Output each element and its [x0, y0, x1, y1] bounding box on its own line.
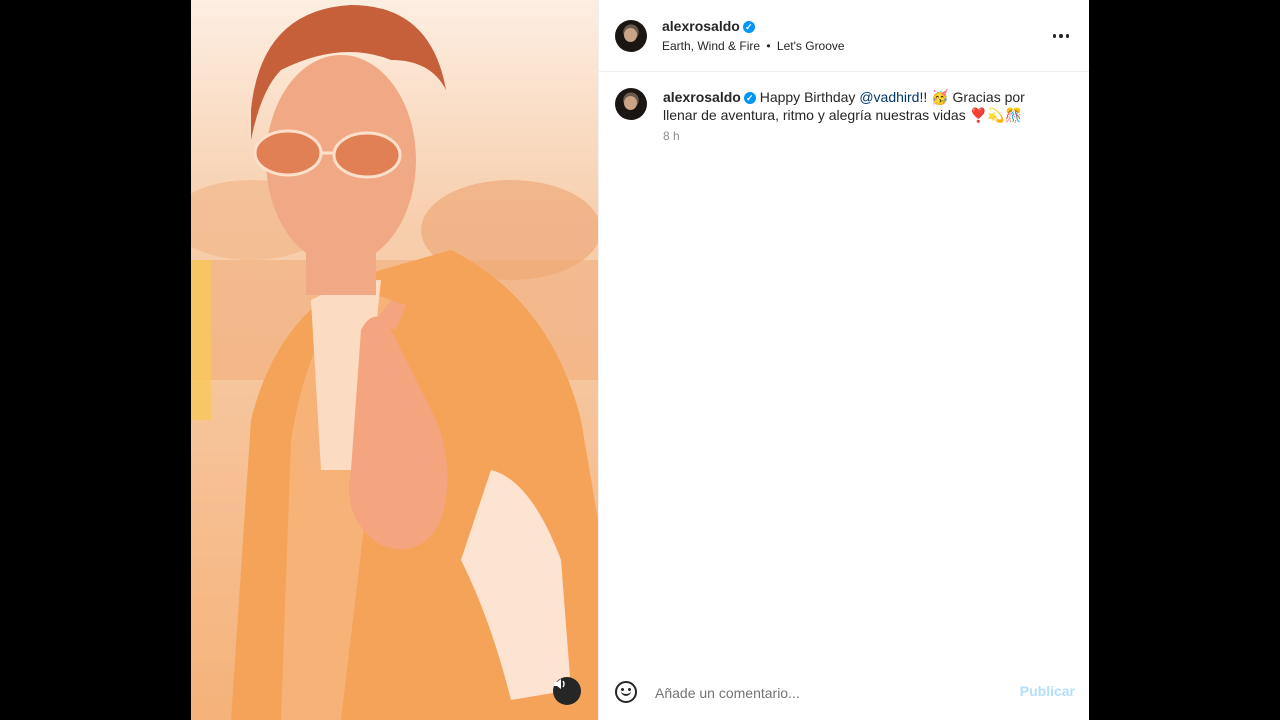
comment-input[interactable] [653, 682, 997, 704]
author-username[interactable]: alexrosaldo [662, 18, 740, 34]
post-video[interactable] [191, 0, 598, 720]
caption-mention-link[interactable]: @vadhird [859, 89, 919, 105]
post-header: alexrosaldo ✓ Earth, Wind & Fire • Let's … [599, 0, 1089, 72]
speaker-icon [554, 679, 565, 689]
music-info: Earth, Wind & Fire • Let's Groove [662, 39, 845, 53]
verified-badge-icon: ✓ [742, 21, 755, 33]
publish-button[interactable]: Publicar [1020, 683, 1075, 699]
post-timestamp[interactable]: 8 h [663, 129, 680, 143]
author-avatar[interactable] [615, 20, 647, 52]
author-username-row: alexrosaldo ✓ [662, 18, 755, 34]
more-options-icon[interactable] [1049, 24, 1073, 48]
music-track[interactable]: Let's Groove [777, 39, 845, 53]
emoji-smile-icon[interactable] [615, 681, 637, 703]
post-modal: alexrosaldo ✓ Earth, Wind & Fire • Let's … [191, 0, 1089, 720]
caption-username[interactable]: alexrosaldo [663, 89, 741, 105]
mute-button[interactable] [553, 677, 581, 705]
comment-bar: Publicar [599, 668, 1089, 720]
caption-text-before: Happy Birthday [755, 89, 860, 105]
verified-badge-icon: ✓ [743, 92, 756, 104]
post-caption: alexrosaldo ✓ Happy Birthday @vadhird!! 🥳… [663, 88, 1053, 124]
music-separator: • [766, 39, 771, 53]
music-artist[interactable]: Earth, Wind & Fire [662, 39, 760, 53]
post-side-panel: alexrosaldo ✓ Earth, Wind & Fire • Let's … [598, 0, 1089, 720]
caption-avatar[interactable] [615, 88, 647, 120]
video-frame [191, 0, 598, 720]
